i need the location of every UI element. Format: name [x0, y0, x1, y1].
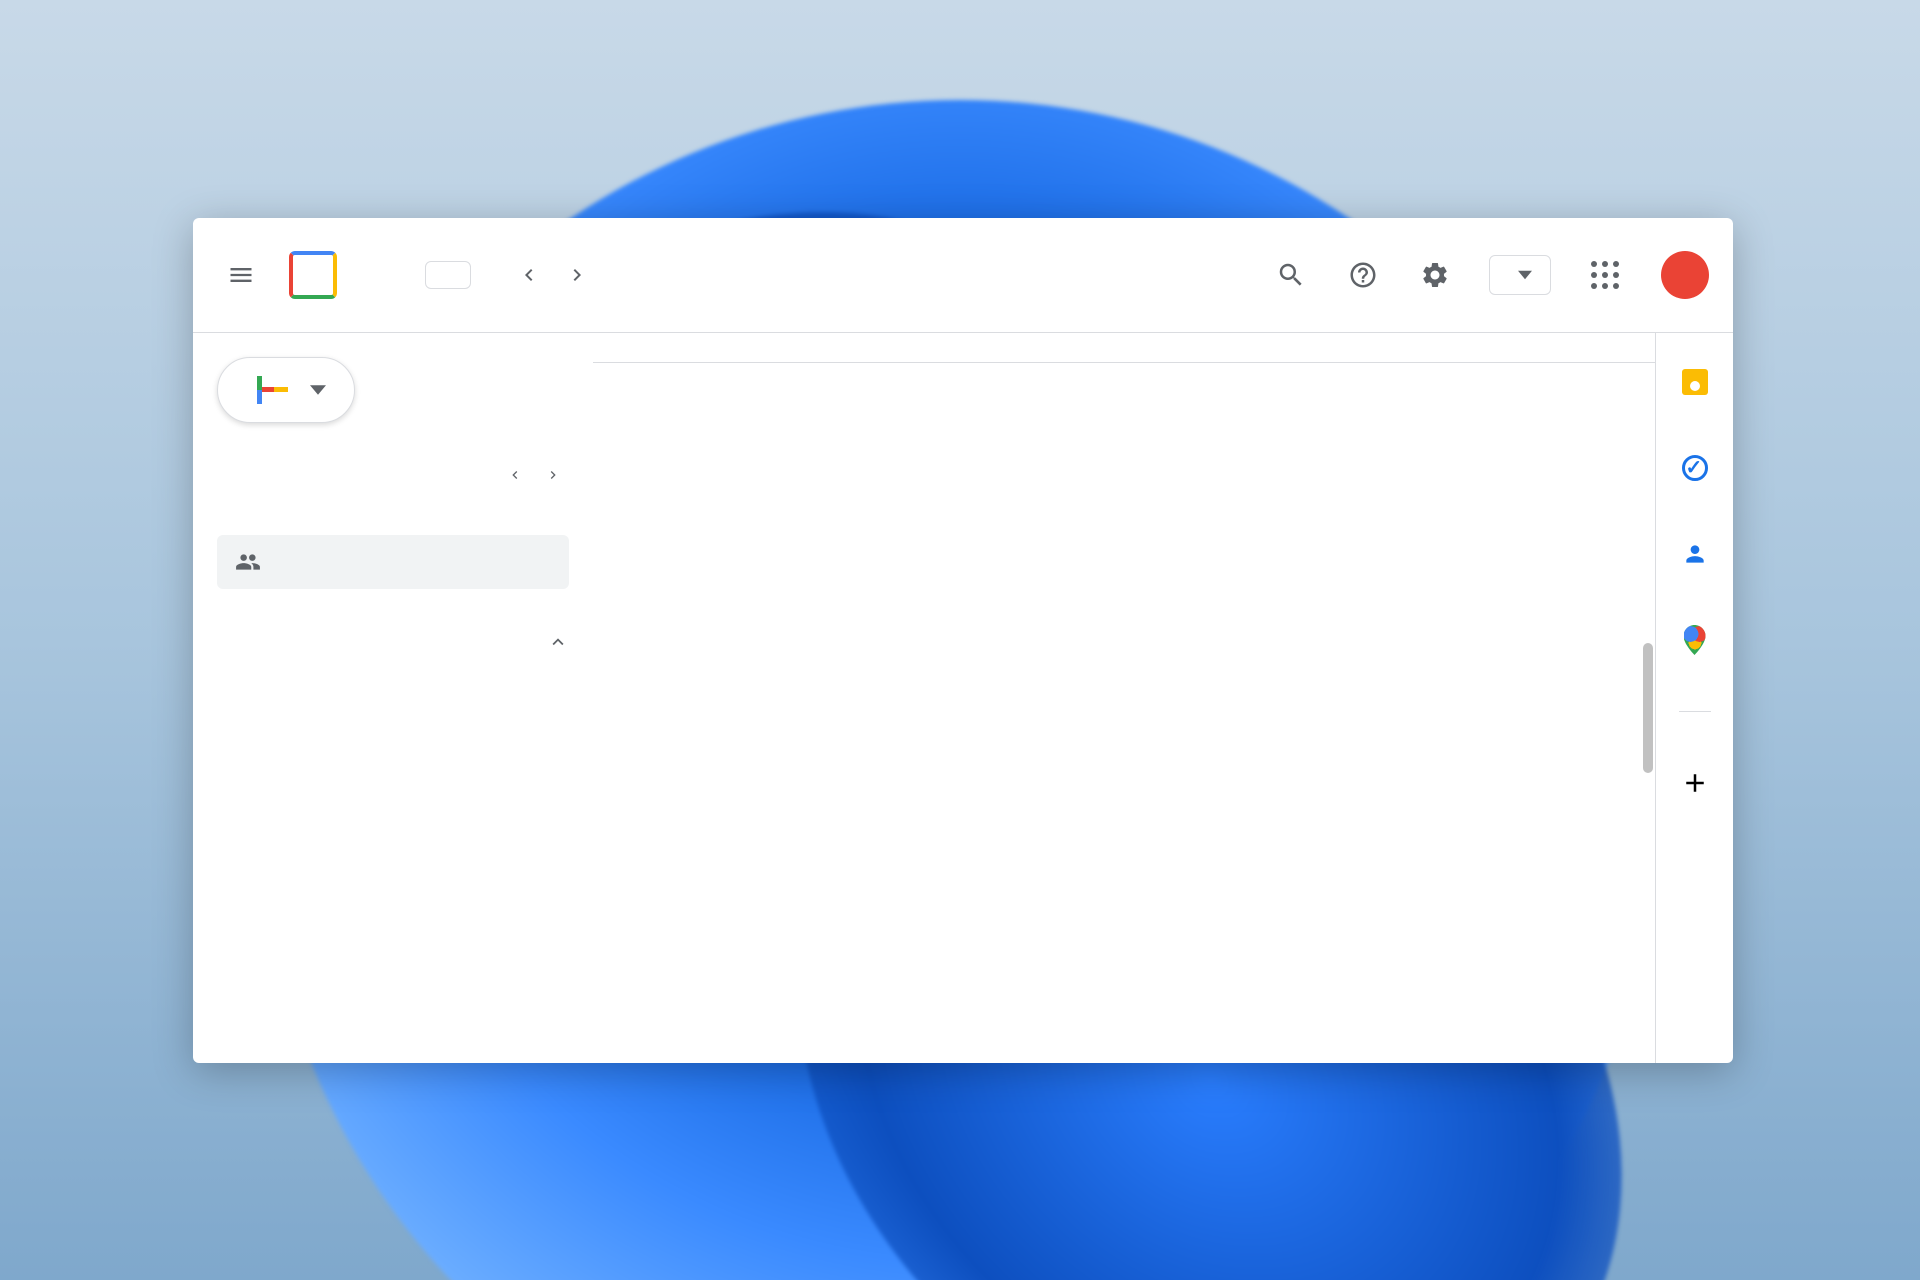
chevron-left-icon: [507, 467, 523, 483]
today-button[interactable]: [425, 261, 471, 289]
side-panel-divider: [1679, 711, 1711, 712]
contacts-icon: [1682, 541, 1708, 567]
side-panel: [1655, 333, 1733, 1063]
calendar-window: [193, 218, 1733, 1063]
scrollbar-thumb[interactable]: [1643, 643, 1653, 773]
view-selector[interactable]: [1489, 255, 1551, 295]
keep-icon: [1682, 369, 1708, 395]
mini-calendar: [217, 459, 593, 505]
caret-down-icon: [310, 382, 326, 398]
maps-icon: [1684, 625, 1706, 655]
timezone-label: [593, 333, 683, 362]
week-grid: [593, 333, 1655, 1063]
tasks-icon: [1682, 455, 1708, 481]
settings-button[interactable]: [1409, 249, 1461, 301]
search-people-input[interactable]: [217, 535, 569, 589]
time-labels: [593, 363, 683, 1063]
time-grid: [593, 363, 1655, 1063]
help-icon: [1348, 260, 1378, 290]
keep-button[interactable]: [1680, 367, 1710, 397]
calendar-logo-icon: [285, 247, 341, 303]
plus-icon: [1680, 768, 1710, 798]
prev-period-button[interactable]: [507, 253, 551, 297]
contacts-button[interactable]: [1680, 539, 1710, 569]
add-addon-button[interactable]: [1680, 768, 1710, 798]
apps-grid-icon: [1591, 261, 1619, 289]
my-calendars-toggle[interactable]: [217, 631, 569, 653]
account-avatar[interactable]: [1661, 251, 1709, 299]
hamburger-icon: [227, 261, 255, 289]
plus-icon: [246, 376, 274, 404]
sidebar: [193, 333, 593, 1063]
search-icon: [1276, 260, 1306, 290]
support-button[interactable]: [1337, 249, 1389, 301]
chevron-right-icon: [545, 467, 561, 483]
google-apps-button[interactable]: [1579, 249, 1631, 301]
maps-button[interactable]: [1680, 625, 1710, 655]
allday-row: [593, 333, 1655, 363]
next-period-button[interactable]: [555, 253, 599, 297]
app-body: [193, 333, 1733, 1063]
gear-icon: [1420, 260, 1450, 290]
chevron-up-icon: [547, 631, 569, 653]
time-cells[interactable]: [683, 363, 1655, 1063]
caret-down-icon: [1518, 268, 1532, 282]
period-nav: [507, 253, 599, 297]
main-menu-button[interactable]: [217, 251, 265, 299]
mini-next-month[interactable]: [537, 459, 569, 491]
main-area: [593, 333, 1733, 1063]
app-logo[interactable]: [285, 247, 355, 303]
chevron-right-icon: [565, 263, 589, 287]
create-button[interactable]: [217, 357, 355, 423]
search-button[interactable]: [1265, 249, 1317, 301]
tasks-button[interactable]: [1680, 453, 1710, 483]
chevron-left-icon: [517, 263, 541, 287]
mini-prev-month[interactable]: [499, 459, 531, 491]
app-header: [193, 218, 1733, 333]
people-icon: [235, 549, 261, 575]
